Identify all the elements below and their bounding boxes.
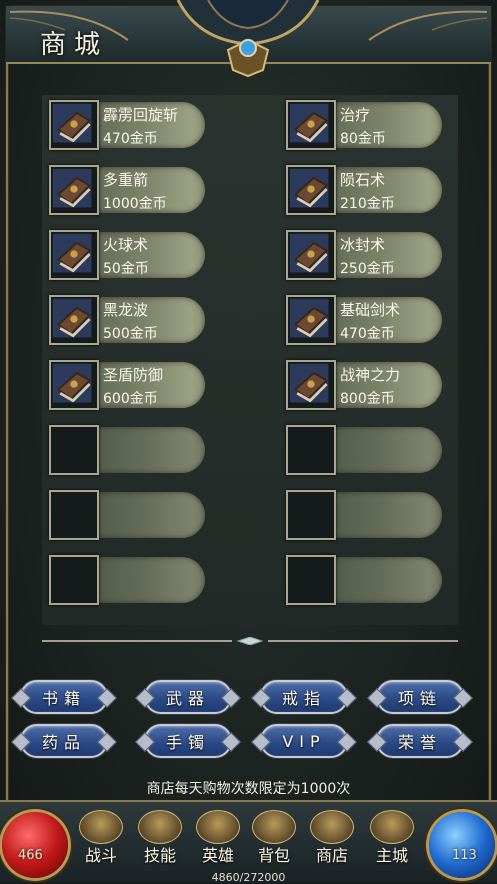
category-button-rings[interactable]: 戒指 [260,680,348,714]
category-button-weapons[interactable]: 武器 [144,680,232,714]
nav-castle[interactable]: 主城 [366,810,418,866]
swords-icon [79,810,123,844]
nav-label: 商店 [315,846,348,865]
exp-readout: 4860/272000 [211,871,286,884]
shop-item[interactable]: 多重箭 1000金币 [45,163,205,217]
item-price: 80金币 [340,131,386,147]
empty-slot-icon [49,490,99,540]
shop-item[interactable]: 陨石术 210金币 [282,163,442,217]
hp-value: 466 [18,848,43,863]
shop-item[interactable] [282,423,442,477]
nav-shop[interactable]: 商店 [306,810,358,866]
skill-book-icon [286,360,336,410]
hp-orb-icon [2,812,68,878]
empty-slot-icon [49,425,99,475]
shop-item[interactable]: 基础剑术 470金币 [282,293,442,347]
shop-item[interactable]: 冰封术 250金币 [282,228,442,282]
item-name: 治疗 [340,106,371,124]
nav-skill-book[interactable]: 技能 [134,810,186,866]
item-price: 210金币 [340,196,395,212]
item-price: 1000金币 [103,196,167,212]
shop-item[interactable]: 霹雳回旋斩 470金币 [45,98,205,152]
page-title: 商城 [40,30,109,60]
empty-slot-icon [286,425,336,475]
nav-label: 战斗 [84,846,117,865]
item-name: 陨石术 [340,171,386,189]
shop-item[interactable]: 火球术 50金币 [45,228,205,282]
nav-backpack[interactable]: 背包 [248,810,300,866]
shop-item[interactable] [282,553,442,607]
skill-book-icon [286,295,336,345]
shop-item[interactable]: 治疗 80金币 [282,98,442,152]
category-button-vip[interactable]: VIP [260,724,348,758]
shop-item[interactable] [45,553,205,607]
shop-item[interactable]: 圣盾防御 600金币 [45,358,205,412]
skill-book-icon [49,100,99,150]
skill-book-icon [49,165,99,215]
item-name: 战神之力 [340,366,401,384]
item-price: 250金币 [340,261,395,277]
backpack-icon [252,810,296,844]
item-price: 470金币 [103,131,158,147]
hero-helmet-icon [196,810,240,844]
skill-book-icon [49,295,99,345]
item-price: 800金币 [340,391,395,407]
nav-swords[interactable]: 战斗 [75,810,127,866]
skill-book-icon [286,100,336,150]
shop-item[interactable] [45,423,205,477]
mp-orb-icon [429,812,495,878]
divider-ornament-icon [42,637,458,645]
category-button-bracelets[interactable]: 手镯 [144,724,232,758]
item-price: 600金币 [103,391,158,407]
shop-item[interactable]: 战神之力 800金币 [282,358,442,412]
ornament-right-icon [368,10,487,41]
nav-hero-helmet[interactable]: 英雄 [192,810,244,866]
item-name: 冰封术 [340,236,386,254]
item-name: 霹雳回旋斩 [103,106,179,124]
empty-slot-icon [286,490,336,540]
item-price: 50金币 [103,261,149,277]
empty-slot-icon [286,555,336,605]
item-price: 470金币 [340,326,395,342]
castle-icon [370,810,414,844]
skill-book-icon [286,165,336,215]
purchase-limit-notice: 商店每天购物次数限定为1000次 [146,781,351,797]
empty-slot-icon [49,555,99,605]
item-price: 500金币 [103,326,158,342]
shop-item[interactable] [282,488,442,542]
item-name: 多重箭 [103,171,149,189]
shop-item[interactable]: 黑龙波 500金币 [45,293,205,347]
category-button-honor[interactable]: 荣誉 [376,724,464,758]
skill-book-icon [49,230,99,280]
mp-value: 113 [452,848,477,863]
skill-book-icon [49,360,99,410]
skill-book-icon [138,810,182,844]
shop-icon [310,810,354,844]
category-button-books[interactable]: 书籍 [20,680,108,714]
item-name: 黑龙波 [103,301,149,319]
shop-item[interactable] [45,488,205,542]
item-name: 火球术 [103,236,149,254]
nav-label: 英雄 [201,846,234,865]
category-button-necklaces[interactable]: 项链 [376,680,464,714]
item-name: 基础剑术 [340,301,401,319]
nav-label: 背包 [257,846,290,865]
nav-label: 技能 [143,846,176,865]
nav-label: 主城 [375,846,408,865]
crest-gem-icon [176,0,320,78]
item-name: 圣盾防御 [103,366,164,384]
skill-book-icon [286,230,336,280]
category-button-potions[interactable]: 药品 [20,724,108,758]
